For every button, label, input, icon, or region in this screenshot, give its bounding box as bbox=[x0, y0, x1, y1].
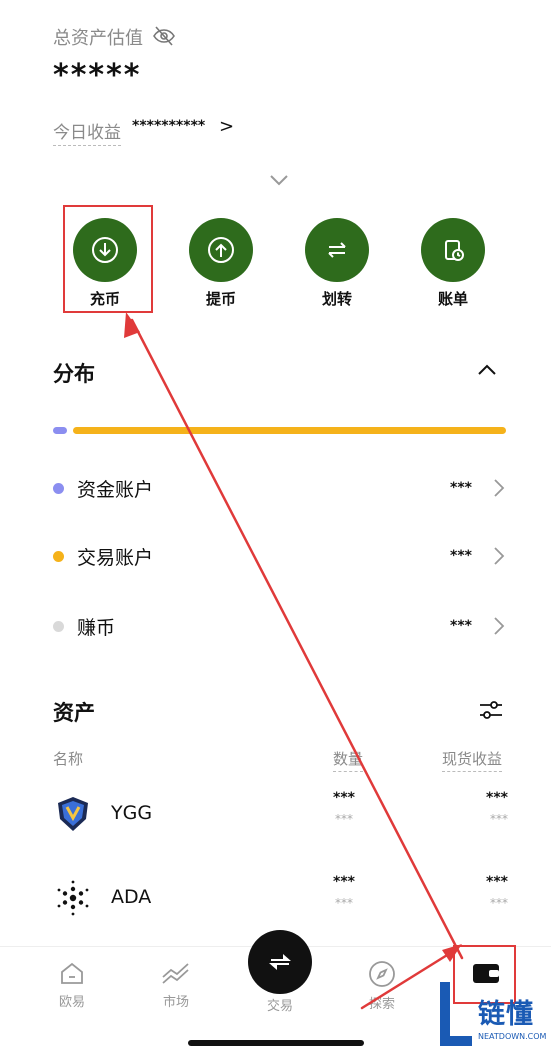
transfer-icon bbox=[305, 218, 369, 282]
asset-quantity-sub: *** bbox=[335, 812, 353, 826]
account-row-trading[interactable]: 交易账户 *** bbox=[53, 541, 508, 571]
tab-home-label: 欧易 bbox=[58, 995, 85, 1010]
tab-explore[interactable]: 探索 bbox=[352, 959, 412, 1012]
account-row-funding[interactable]: 资金账户 *** bbox=[53, 473, 508, 503]
account-name: 交易账户 bbox=[77, 546, 154, 569]
distribution-title: 分布 bbox=[53, 362, 95, 386]
highlight-box-deposit bbox=[63, 205, 153, 313]
asset-name: YGG bbox=[111, 802, 153, 824]
column-spot-pnl[interactable]: 现货收益 bbox=[442, 748, 503, 772]
asset-row-ada[interactable]: ADA *** *** *** *** bbox=[53, 868, 508, 928]
trading-dot bbox=[53, 550, 64, 562]
today-pnl-chevron[interactable]: > bbox=[219, 116, 234, 137]
column-name: 名称 bbox=[53, 750, 84, 768]
account-name: 赚币 bbox=[77, 616, 116, 639]
assets-title: 资产 bbox=[53, 701, 95, 725]
column-quantity[interactable]: 数量 bbox=[333, 748, 364, 772]
tab-market[interactable]: 市场 bbox=[146, 959, 206, 1010]
asset-name: ADA bbox=[111, 886, 152, 908]
total-assets-value: ***** bbox=[53, 58, 142, 93]
bill-icon bbox=[421, 218, 485, 282]
asset-quantity: *** bbox=[333, 790, 355, 806]
account-row-earn[interactable]: 赚币 *** bbox=[53, 611, 508, 641]
ygg-coin-icon bbox=[58, 797, 88, 831]
chevron-right-icon bbox=[494, 547, 505, 565]
chevron-right-icon bbox=[494, 479, 505, 497]
eye-off-icon[interactable] bbox=[152, 24, 176, 48]
market-chart-icon bbox=[162, 963, 189, 984]
swap-icon bbox=[269, 954, 291, 970]
watermark-site: NEATDOWN.COM bbox=[478, 1032, 547, 1041]
asset-pnl-sub: *** bbox=[490, 896, 508, 910]
today-pnl-label: 今日收益 bbox=[53, 118, 121, 146]
withdraw-icon bbox=[189, 218, 253, 282]
bill-button[interactable]: 账单 bbox=[421, 218, 485, 309]
distribution-bar bbox=[53, 427, 506, 434]
filter-icon[interactable] bbox=[478, 698, 504, 722]
chevron-up-icon[interactable] bbox=[476, 362, 498, 378]
today-pnl-value: ********** bbox=[132, 118, 206, 134]
transfer-button[interactable]: 划转 bbox=[305, 218, 369, 309]
ada-coin-icon bbox=[57, 880, 89, 916]
asset-row-ygg[interactable]: YGG *** *** *** *** bbox=[53, 784, 508, 844]
asset-pnl: *** bbox=[486, 790, 508, 806]
home-indicator bbox=[188, 1040, 364, 1046]
earn-dot bbox=[53, 620, 64, 632]
watermark-l-icon bbox=[440, 982, 472, 1046]
bill-label: 账单 bbox=[437, 290, 468, 308]
funding-bar-segment bbox=[53, 427, 67, 434]
account-name: 资金账户 bbox=[77, 478, 154, 501]
funding-dot bbox=[53, 482, 64, 494]
tab-trade-label: 交易 bbox=[266, 999, 293, 1014]
watermark-brand: 链懂 bbox=[478, 999, 534, 1030]
tab-explore-label: 探索 bbox=[368, 997, 395, 1012]
chevron-right-icon bbox=[494, 617, 505, 635]
tab-home[interactable]: 欧易 bbox=[42, 959, 102, 1010]
trading-bar-segment bbox=[73, 427, 506, 434]
withdraw-button[interactable]: 提币 bbox=[189, 218, 253, 309]
asset-quantity: *** bbox=[333, 874, 355, 890]
trade-button[interactable] bbox=[248, 930, 312, 994]
withdraw-label: 提币 bbox=[205, 290, 236, 308]
asset-quantity-sub: *** bbox=[335, 896, 353, 910]
account-value: *** bbox=[450, 480, 472, 496]
account-value: *** bbox=[450, 548, 472, 564]
asset-pnl: *** bbox=[486, 874, 508, 890]
asset-pnl-sub: *** bbox=[490, 812, 508, 826]
home-icon bbox=[61, 962, 83, 984]
compass-icon bbox=[369, 961, 395, 987]
account-value: *** bbox=[450, 618, 472, 634]
total-assets-label: 总资产估值 bbox=[53, 28, 143, 49]
transfer-label: 划转 bbox=[321, 290, 352, 308]
tab-trade-label-wrap: 交易 bbox=[250, 995, 310, 1014]
tab-market-label: 市场 bbox=[162, 995, 189, 1010]
watermark-logo: 链懂 NEATDOWN.COM bbox=[438, 980, 551, 1052]
chevron-down-icon[interactable] bbox=[268, 172, 290, 188]
